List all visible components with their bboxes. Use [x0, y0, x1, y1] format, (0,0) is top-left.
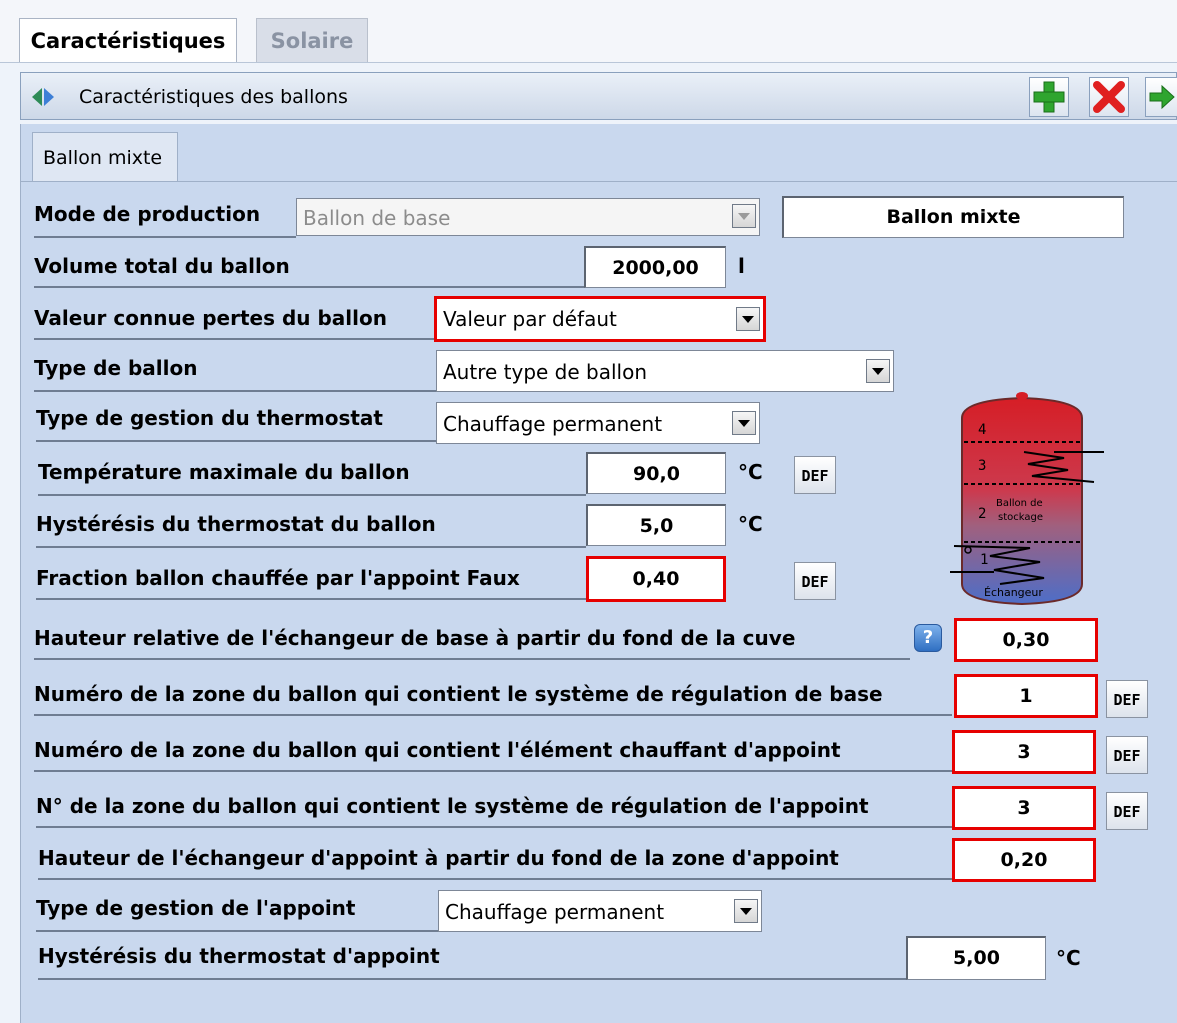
chevron-down-icon[interactable] — [736, 307, 760, 331]
expand-arrows-icon[interactable] — [31, 85, 55, 109]
zone-element-appoint-input[interactable]: 3 — [952, 730, 1096, 774]
temp-max-input[interactable]: 90,0 — [586, 452, 726, 494]
mode-production-value: Ballon de base — [303, 206, 451, 230]
zone-1-label: 1 — [980, 552, 988, 568]
hauteur-appoint-input[interactable]: 0,20 — [952, 838, 1096, 882]
row-underline — [34, 286, 584, 288]
zone-4-label: 4 — [978, 422, 986, 438]
close-icon — [1093, 81, 1125, 113]
thermostat-label: Type de gestion du thermostat — [36, 406, 383, 430]
zone-2-label: 2 — [978, 506, 986, 522]
tab-caracteristiques[interactable]: Caractéristiques — [19, 18, 237, 62]
pertes-select[interactable]: Valeur par défaut — [434, 296, 766, 342]
section-title: Caractéristiques des ballons — [79, 86, 348, 108]
gestion-appoint-value: Chauffage permanent — [445, 900, 665, 924]
row-underline — [38, 494, 586, 496]
zone-3-label: 3 — [978, 458, 986, 474]
pertes-value: Valeur par défaut — [443, 307, 617, 331]
zone-regulation-appoint-def-button[interactable]: DEF — [1106, 792, 1148, 830]
thermostat-value: Chauffage permanent — [443, 412, 663, 436]
tab-solaire[interactable]: Solaire — [256, 18, 368, 62]
chevron-down-icon[interactable] — [866, 359, 890, 383]
chevron-down-icon[interactable] — [734, 899, 758, 923]
zone-regulation-base-input[interactable]: 1 — [954, 674, 1098, 718]
hysteresis-label: Hystérésis du thermostat du ballon — [36, 512, 436, 536]
zone-regulation-appoint-label: N° de la zone du ballon qui contient le … — [36, 794, 869, 818]
tank-diagram: 4 3 2 1 Ballon de stockage Échangeur — [950, 392, 1104, 606]
fraction-input[interactable]: 0,40 — [586, 556, 726, 602]
hysteresis-appoint-unit: °C — [1056, 946, 1081, 970]
row-underline — [36, 826, 952, 828]
storage-label-2: stockage — [998, 512, 1043, 523]
hysteresis-input[interactable]: 5,0 — [586, 504, 726, 546]
zone-regulation-appoint-input[interactable]: 3 — [952, 786, 1096, 830]
row-underline — [34, 658, 910, 660]
mode-production-label: Mode de production — [34, 202, 261, 226]
volume-unit: l — [738, 254, 745, 278]
chevron-down-icon[interactable] — [732, 204, 756, 228]
row-underline — [36, 930, 438, 932]
hysteresis-appoint-label: Hystérésis du thermostat d'appoint — [38, 944, 440, 968]
plus-icon — [1033, 81, 1065, 113]
section-header: Caractéristiques des ballons — [20, 72, 1177, 120]
zone-regulation-base-def-button[interactable]: DEF — [1106, 680, 1148, 718]
gestion-appoint-label: Type de gestion de l'appoint — [36, 896, 356, 920]
row-underline — [36, 598, 586, 600]
add-button[interactable] — [1029, 77, 1069, 117]
type-ballon-value: Autre type de ballon — [443, 360, 648, 384]
row-underline — [34, 770, 952, 772]
zone-element-appoint-label: Numéro de la zone du ballon qui contient… — [34, 738, 841, 762]
ballon-name-field[interactable]: Ballon mixte — [782, 196, 1124, 238]
info-icon[interactable]: ? — [914, 624, 942, 652]
row-underline — [34, 714, 952, 716]
delete-button[interactable] — [1089, 77, 1129, 117]
thermostat-select[interactable]: Chauffage permanent — [436, 402, 760, 444]
temp-max-unit: °C — [738, 460, 763, 484]
type-ballon-select[interactable]: Autre type de ballon — [436, 350, 894, 392]
hauteur-echangeur-label: Hauteur relative de l'échangeur de base … — [34, 626, 796, 650]
export-button[interactable] — [1145, 77, 1177, 117]
hauteur-appoint-label: Hauteur de l'échangeur d'appoint à parti… — [38, 846, 839, 870]
gestion-appoint-select[interactable]: Chauffage permanent — [438, 890, 762, 932]
pertes-label: Valeur connue pertes du ballon — [34, 306, 387, 330]
row-underline — [34, 390, 436, 392]
arrow-right-icon — [1149, 84, 1175, 110]
row-underline — [36, 546, 586, 548]
fraction-def-button[interactable]: DEF — [794, 562, 836, 600]
volume-label: Volume total du ballon — [34, 254, 290, 278]
hysteresis-appoint-input[interactable]: 5,00 — [906, 936, 1046, 980]
temp-max-def-button[interactable]: DEF — [794, 456, 836, 494]
volume-input[interactable]: 2000,00 — [584, 246, 726, 288]
row-underline — [38, 878, 952, 880]
hauteur-echangeur-input[interactable]: 0,30 — [954, 618, 1098, 662]
fraction-label: Fraction ballon chauffée par l'appoint F… — [36, 566, 520, 590]
row-underline — [36, 440, 436, 442]
tab-divider — [20, 181, 1177, 182]
temp-max-label: Température maximale du ballon — [38, 460, 410, 484]
exchanger-label: Échangeur — [984, 586, 1043, 599]
zone-element-appoint-def-button[interactable]: DEF — [1106, 736, 1148, 774]
chevron-down-icon[interactable] — [732, 411, 756, 435]
row-underline — [34, 236, 296, 238]
mode-production-select[interactable]: Ballon de base — [296, 198, 760, 236]
type-ballon-label: Type de ballon — [34, 356, 198, 380]
row-underline — [38, 978, 906, 980]
storage-label-1: Ballon de — [996, 498, 1043, 509]
zone-regulation-base-label: Numéro de la zone du ballon qui contient… — [34, 682, 883, 706]
hysteresis-unit: °C — [738, 512, 763, 536]
row-underline — [34, 338, 434, 340]
tab-ballon-mixte[interactable]: Ballon mixte — [32, 132, 178, 182]
